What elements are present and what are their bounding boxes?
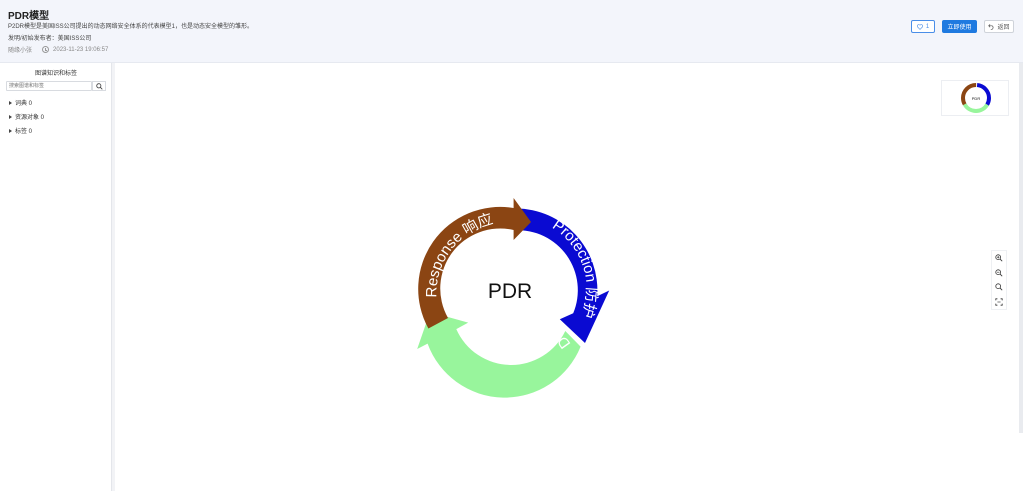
expand-caret-icon — [9, 128, 12, 133]
zoom-toolbar — [991, 250, 1007, 310]
search-button[interactable] — [993, 281, 1005, 293]
minimap-center-label: PDR — [972, 96, 981, 101]
page-header: PDR模型 P2DR模型是美国ISS公司提出的动态网络安全体系的代表模型1，也是… — [0, 0, 1023, 63]
back-button-label: 返回 — [997, 25, 1010, 31]
back-arrow-icon — [988, 24, 994, 30]
sidebar-search-input[interactable] — [6, 81, 92, 91]
sidebar-title: 图谱知识和标签 — [34, 71, 77, 77]
vertical-scrollbar[interactable] — [1019, 63, 1023, 433]
sidebar-item-dictionary[interactable]: 词典 0 — [9, 98, 32, 107]
publisher-info: 发明/初始发布者：美国ISS公司 — [8, 33, 91, 42]
use-now-button[interactable]: 立即使用 — [942, 20, 977, 33]
sidebar-item-resources[interactable]: 资源对象 0 — [9, 112, 44, 121]
back-button[interactable]: 返回 — [984, 20, 1014, 33]
expand-caret-icon — [9, 100, 12, 105]
zoom-in-button[interactable] — [993, 252, 1005, 264]
zoom-in-icon — [995, 254, 1003, 262]
heart-icon — [916, 23, 923, 30]
search-icon — [995, 283, 1003, 291]
sidebar-item-label: 词典 0 — [15, 101, 33, 107]
knowledge-sidebar: 图谱知识和标签 词典 0 资源对象 0 标签 0 — [0, 63, 112, 491]
sidebar-item-tags[interactable]: 标签 0 — [9, 126, 32, 135]
page-description: P2DR模型是美国ISS公司提出的动态网络安全体系的代表模型1，也是动态安全模型… — [8, 24, 254, 30]
zoom-out-icon — [995, 269, 1003, 277]
like-count: 1 — [925, 23, 930, 30]
clock-icon — [42, 46, 50, 53]
search-icon — [95, 82, 103, 90]
expand-caret-icon — [9, 114, 12, 119]
author-meta: 随缘小张 2023-11-23 19:06:57 — [8, 45, 108, 54]
sidebar-item-label: 标签 0 — [15, 129, 33, 135]
publisher-name: 美国ISS公司 — [57, 36, 92, 42]
page-title: PDR模型 — [8, 11, 50, 22]
publisher-label: 发明/初始发布者： — [8, 36, 58, 42]
minimap[interactable]: PDR — [941, 80, 1009, 116]
created-timestamp: 2023-11-23 19:06:57 — [53, 46, 109, 53]
fit-screen-icon — [995, 298, 1003, 306]
zoom-out-button[interactable] — [993, 267, 1005, 279]
minimap-preview: PDR — [961, 83, 991, 113]
sidebar-item-label: 资源对象 0 — [15, 115, 45, 121]
diagram-canvas[interactable] — [115, 63, 1023, 491]
fit-screen-button[interactable] — [993, 296, 1005, 308]
author-name[interactable]: 随缘小张 — [8, 45, 32, 54]
sidebar-search-button[interactable] — [92, 81, 106, 91]
like-button[interactable]: 1 — [911, 20, 935, 33]
